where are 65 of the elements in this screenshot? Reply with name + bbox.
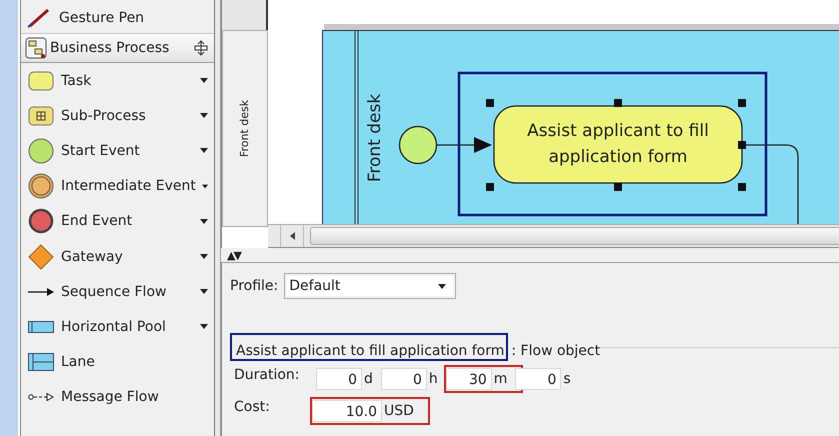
dropdown-arrow-icon[interactable] [200,78,208,84]
palette-item[interactable]: Horizontal Pool [21,309,214,344]
palette-item[interactable]: Start Event [21,133,214,169]
lane-tab[interactable]: Front desk [222,30,268,227]
selection-handle[interactable] [614,99,622,107]
palette-item[interactable]: Sequence Flow [21,274,214,310]
lane-label: Front desk [365,94,385,182]
palette-item[interactable]: Task [21,63,214,98]
task-shape[interactable] [493,105,743,184]
dropdown-arrow-icon[interactable] [200,254,208,260]
double-circle-icon [28,173,54,200]
duration-label: Duration: [234,366,301,383]
dropdown-arrow-icon[interactable] [200,148,208,154]
profile-dropdown[interactable]: Default [284,273,456,299]
rounded-rectangle-icon [28,70,54,91]
unit-label: d [364,371,373,387]
end-event-icon [28,208,54,234]
dropdown-arrow-icon[interactable] [438,284,446,288]
scroll-left-icon[interactable] [290,232,294,240]
duration-field[interactable]: 0 [515,368,562,390]
palette-section-header[interactable]: Business Process [21,34,214,63]
selection-handle[interactable] [614,183,622,191]
task-label: Assist applicant to fill application form [527,121,709,167]
palette-item[interactable]: Sub-Process [21,98,214,134]
dropdown-arrow-icon[interactable] [200,289,208,294]
pen-icon [27,8,51,28]
duration-field[interactable]: 0 [380,368,427,390]
dropdown-arrow-icon[interactable] [200,324,208,330]
horizontal-scrollbar[interactable] [268,224,839,248]
palette-item[interactable]: Gateway [21,238,214,274]
element-type: : Flow object [511,342,600,359]
subprocess-icon [28,106,54,126]
palette-item[interactable]: Lane [21,344,214,380]
dropdown-arrow-icon[interactable] [202,184,208,189]
pool-icon [28,320,54,333]
start-event-icon [28,138,54,164]
arrow-icon [28,288,54,296]
dropdown-arrow-icon[interactable] [200,113,208,118]
dropdown-arrow-icon[interactable] [200,218,208,224]
unit-label: h [428,371,438,387]
profile-label: Profile: [230,278,278,294]
lane-icon [28,353,54,372]
duration-field[interactable]: 30 [446,368,492,390]
splitter-arrows[interactable]: ▲▼ [227,250,240,260]
selection-handle[interactable] [486,183,494,191]
resize-icon[interactable] [194,40,208,56]
cost-label: Cost: [234,398,271,415]
selection-handle[interactable] [738,183,746,191]
selection-handle[interactable] [738,141,746,149]
palette-item[interactable]: Message Flow [21,380,214,415]
process-icon [25,37,47,59]
start-event-circle[interactable] [398,126,438,164]
palette-item[interactable]: End Event [21,204,214,239]
diamond-icon [28,244,54,270]
selection-handle[interactable] [486,99,494,107]
selection-handle[interactable] [738,99,746,107]
unit-label: s [563,371,571,387]
unit-label: m [494,371,508,387]
duration-field[interactable]: 0 [316,368,362,390]
palette-item[interactable]: Intermediate Event [21,168,214,204]
dashed-arrow-icon [28,393,54,402]
cost-field[interactable]: 10.0 [312,400,382,422]
element-name: Assist applicant to fill application form [230,333,508,361]
sequence-arrow [437,137,492,153]
currency-label: USD [384,403,414,419]
